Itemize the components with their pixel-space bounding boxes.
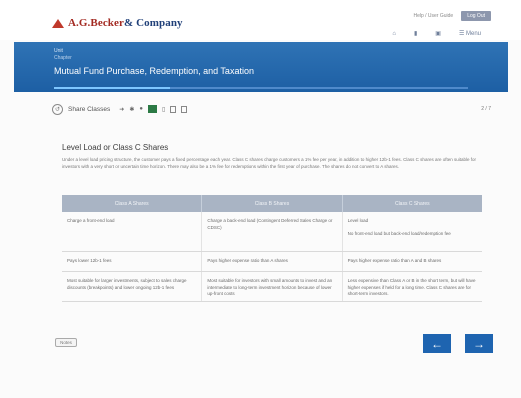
page-count: 2 / 7: [481, 106, 491, 112]
progress-bar: [54, 87, 468, 89]
home-icon[interactable]: ⌂: [392, 31, 396, 37]
logo-text: A.G.Becker& Company: [68, 17, 183, 29]
menu-label: Menu: [465, 31, 481, 37]
table-cell: Level load No front-end load but back-en…: [347, 218, 451, 236]
share-classes-icon[interactable]: ↺: [52, 103, 63, 115]
section-title: Level Load or Class C Shares: [62, 143, 169, 152]
logo-mark-icon: [52, 17, 64, 29]
table-cell: Most suitable for investors with small a…: [202, 272, 343, 301]
table-cell: Charge a front-end load: [62, 212, 203, 251]
header-icon-row: ⌂ ▮ ▣ ☰ Menu: [392, 30, 481, 38]
notes-button[interactable]: Notes: [55, 338, 77, 347]
table-row: Most suitable for larger investments, su…: [62, 272, 482, 302]
pointer-icon[interactable]: ✱: [129, 106, 134, 113]
arrow-icon[interactable]: ➜: [119, 106, 124, 113]
table-cell: Most suitable for larger investments, su…: [62, 272, 203, 301]
menu-icon[interactable]: ☰ Menu: [459, 30, 481, 37]
previous-button[interactable]: ←: [423, 334, 451, 353]
table-cell: Pays higher expense ratio than A shares: [202, 252, 343, 271]
company-logo[interactable]: A.G.Becker& Company: [52, 17, 183, 29]
toolbar-label: Share Classes: [68, 105, 111, 113]
bookmark-icon[interactable]: ▮: [414, 30, 417, 37]
logout-button[interactable]: Log Out: [461, 11, 491, 21]
table-header-cell: Class B Shares: [202, 195, 343, 212]
table-row: Pays lower 12b-1 fees Pays higher expens…: [62, 252, 482, 272]
arrow-right-icon: →: [473, 336, 485, 351]
table-cell: Pays lower 12b-1 fees: [62, 252, 203, 271]
share-class-table: Class A Shares Class B Shares Class C Sh…: [62, 195, 482, 302]
notebook-icon[interactable]: [147, 105, 157, 113]
page-title: Mutual Fund Purchase, Redemption, and Ta…: [54, 66, 254, 76]
table-header-row: Class A Shares Class B Shares Class C Sh…: [62, 195, 482, 212]
glossary-icon[interactable]: [170, 105, 177, 113]
page-icon[interactable]: ▯: [162, 106, 165, 113]
table-cell: Pays higher expense ratio than A and B s…: [347, 258, 442, 263]
next-button[interactable]: →: [465, 334, 493, 353]
top-right-links: Help / User Guide Log Out: [413, 11, 491, 21]
table-cell: Charge a back-end load (Contingent Defer…: [202, 212, 343, 251]
toolbar: ↺ Share Classes ➜ ✱ ● ▯: [52, 101, 188, 117]
header: A.G.Becker& Company Help / User Guide Lo…: [0, 0, 521, 40]
lightbulb-icon[interactable]: ●: [139, 106, 143, 112]
arrow-left-icon: ←: [431, 336, 443, 351]
section-intro: Under a level load pricing structure, th…: [62, 157, 476, 169]
breadcrumb-chapter: Chapter: [54, 55, 72, 61]
progress-fill: [54, 87, 170, 89]
print-icon[interactable]: ▣: [435, 30, 441, 37]
table-row: Charge a front-end load Charge a back-en…: [62, 212, 482, 252]
course-banner: Unit Chapter Mutual Fund Purchase, Redem…: [14, 42, 508, 92]
calculator-icon[interactable]: [181, 105, 188, 113]
table-header-cell: Class A Shares: [62, 195, 203, 212]
page: A.G.Becker& Company Help / User Guide Lo…: [0, 0, 521, 398]
help-link[interactable]: Help / User Guide: [413, 13, 453, 19]
table-header-cell: Class C Shares: [394, 200, 430, 207]
breadcrumb-unit: Unit: [54, 48, 63, 54]
table-cell: Less expensive than Class A or B in the …: [347, 278, 476, 296]
